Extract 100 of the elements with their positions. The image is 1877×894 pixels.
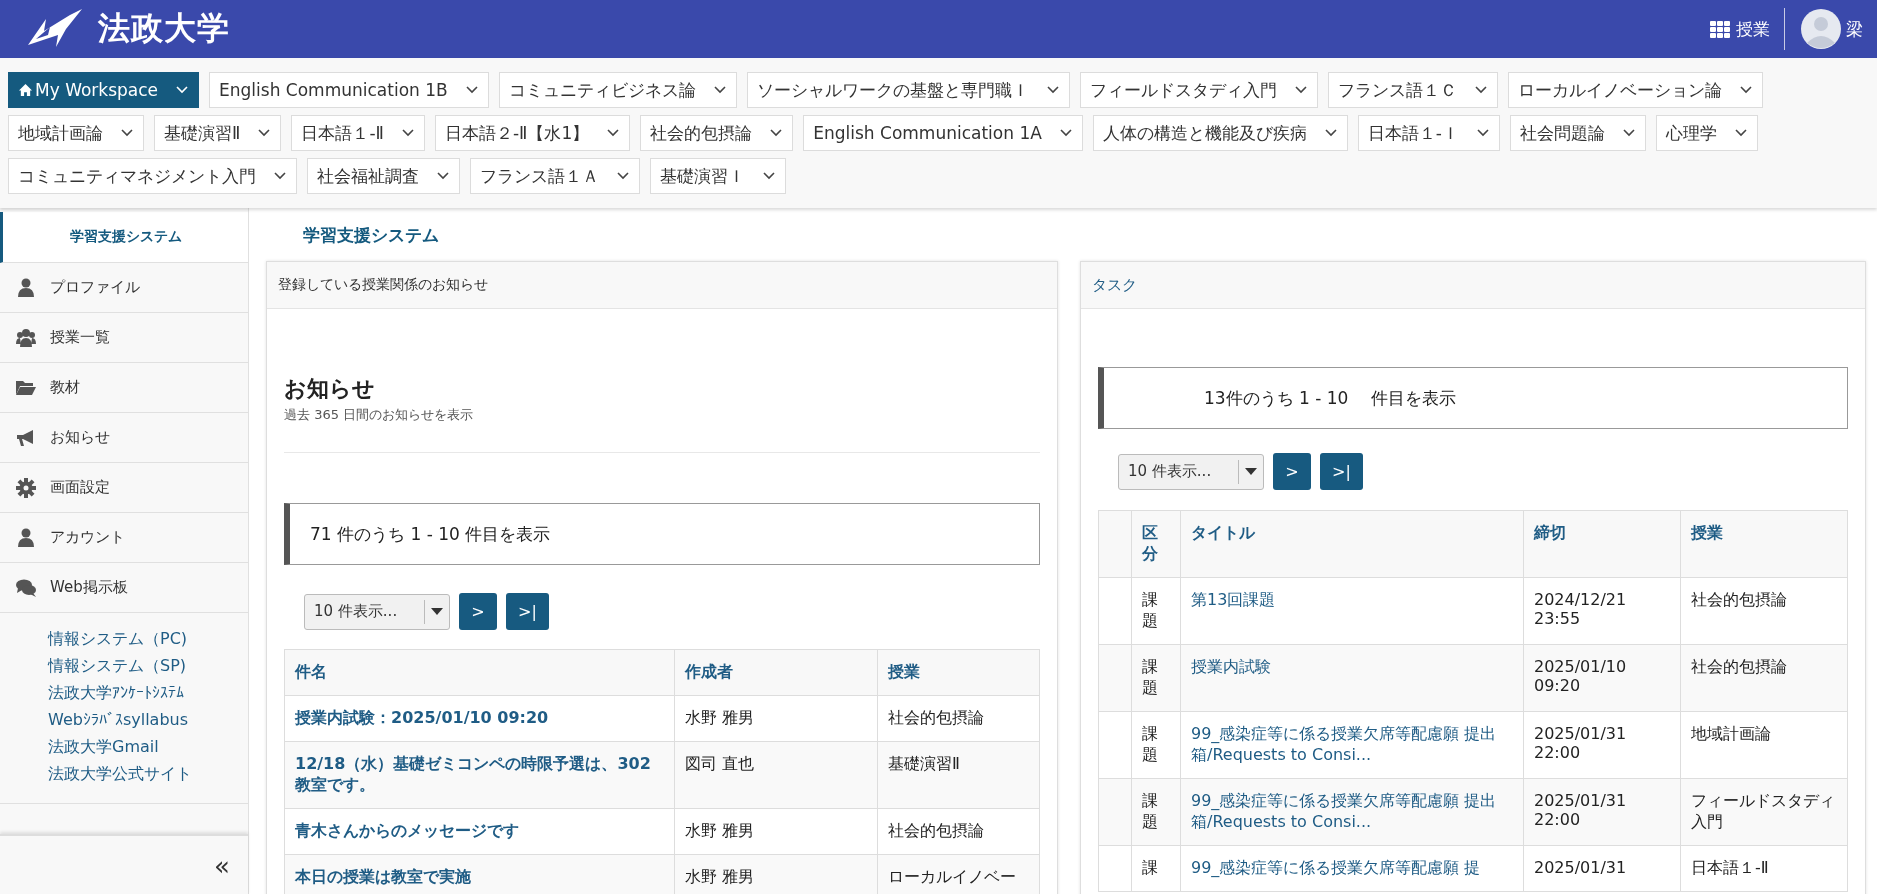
table-cell: 図司 直也 [674, 741, 878, 809]
user-menu[interactable]: 梁 [1785, 9, 1863, 49]
task-link[interactable]: 99_感染症等に係る授業欠席等配慮願 提 [1191, 858, 1513, 879]
home-icon [18, 83, 33, 97]
avatar-icon [1801, 9, 1841, 49]
sort-link[interactable]: 区分 [1142, 523, 1170, 565]
site-tab[interactable]: English Communication 1B [209, 72, 489, 108]
caret-icon [1739, 86, 1752, 94]
task-link[interactable]: 第13回課題 [1191, 590, 1513, 611]
table-cell: 日本語１-Ⅱ [1680, 845, 1848, 892]
announcement-link[interactable]: 青木さんからのメッセージです [295, 821, 664, 842]
page-title: 学習支援システム [302, 224, 440, 247]
next-page-button[interactable]: > [459, 593, 497, 630]
caret-icon [1294, 86, 1307, 94]
sidebar-item[interactable]: アカウント [0, 513, 248, 563]
person-icon [16, 277, 36, 298]
external-link[interactable]: 法政大学ｱﾝｹｰﾄｼｽﾃﾑ [48, 679, 248, 706]
sort-link[interactable]: タイトル [1191, 523, 1513, 544]
dropdown-arrow-icon [431, 608, 443, 615]
site-tab[interactable]: 基礎演習Ｉ [650, 158, 786, 194]
caret-icon [1477, 129, 1489, 137]
caret-icon [258, 129, 271, 137]
announcement-link[interactable]: 12/18（水）基礎ゼミコンペの時限予選は、302教室です。 [295, 754, 664, 796]
table-cell: 2025/01/31 [1523, 845, 1681, 892]
table-cell: 2024/12/21 23:55 [1523, 577, 1681, 645]
caret-icon [607, 129, 620, 137]
table-cell: 水野 雅男 [674, 695, 878, 742]
sidebar-item[interactable]: プロファイル [0, 263, 248, 313]
sort-link[interactable]: 授業 [888, 662, 1029, 683]
page-size-select[interactable]: 10 件表示... [304, 593, 450, 630]
site-tab[interactable]: 日本語２-Ⅱ【水1】 [434, 115, 631, 151]
chat-icon [16, 577, 36, 598]
logo-text: 法政大学 [98, 8, 230, 49]
panel-title: 登録している授業関係のお知らせ [267, 262, 1057, 309]
caret-icon [274, 172, 286, 180]
next-page-button[interactable]: > [1273, 453, 1311, 490]
task-link[interactable]: 99_感染症等に係る授業欠席等配慮願 提出箱/Requests to Consi... [1191, 791, 1513, 833]
sidebar-item[interactable]: 画面設定 [0, 463, 248, 513]
external-link[interactable]: 法政大学Gmail [48, 733, 248, 760]
site-tab[interactable]: 日本語１-Ｉ [1357, 115, 1500, 151]
sort-link[interactable]: 作成者 [685, 662, 867, 683]
task-link[interactable]: 99_感染症等に係る授業欠席等配慮願 提出箱/Requests to Consi... [1191, 724, 1513, 766]
table-cell: 水野 雅男 [674, 854, 878, 894]
external-link[interactable]: 情報システム（PC) [48, 625, 248, 652]
site-tab[interactable]: English Communication 1A [803, 115, 1083, 151]
sort-link[interactable]: 件名 [295, 662, 664, 683]
table-cell: 基礎演習Ⅱ [877, 741, 1040, 809]
person-icon [16, 527, 36, 548]
announcement-link[interactable]: 本日の授業は教室で実施 [295, 867, 664, 888]
table-cell: 水野 雅男 [674, 808, 878, 855]
last-page-button[interactable]: >| [1320, 453, 1363, 490]
caret-icon [713, 86, 726, 94]
site-tab[interactable]: ソーシャルワークの基盤と専門職Ｉ [746, 72, 1070, 108]
external-link[interactable]: Webｼﾗﾊﾞｽsyllabus [48, 706, 248, 733]
task-link[interactable]: 授業内試験 [1191, 657, 1513, 678]
site-tab[interactable]: My Workspace [8, 72, 200, 108]
collapse-sidebar-button[interactable]: « [214, 851, 230, 881]
site-tab[interactable]: 社会的包摂論 [640, 115, 794, 151]
sort-link[interactable]: 授業 [1691, 523, 1837, 544]
table-cell: 社会的包摂論 [1680, 577, 1848, 645]
sidebar-item[interactable]: Web掲示板 [0, 563, 248, 613]
site-tab[interactable]: 社会問題論 [1510, 115, 1646, 151]
site-tab[interactable]: 地域計画論 [8, 115, 144, 151]
site-tab[interactable]: コミュニティビジネス論 [498, 72, 737, 108]
courses-menu-link[interactable]: 授業 [1710, 17, 1784, 41]
sidebar-item[interactable]: 授業一覧 [0, 313, 248, 363]
dropdown-arrow-icon [1245, 468, 1257, 475]
site-tab[interactable]: フランス語１Ａ [470, 158, 640, 194]
site-tab[interactable]: フランス語１Ｃ [1327, 72, 1498, 108]
sidebar-item[interactable]: お知らせ [0, 413, 248, 463]
site-tab[interactable]: 基礎演習Ⅱ [154, 115, 282, 151]
table-cell: フィールドスタディ入門 [1680, 778, 1848, 846]
table-cell: 社会的包摂論 [877, 808, 1040, 855]
external-link[interactable]: 法政大学公式サイト [48, 760, 248, 787]
site-tab[interactable]: 日本語１-Ⅱ [291, 115, 425, 151]
sidebar-item[interactable]: 教材 [0, 363, 248, 413]
panel-title-link[interactable]: タスク [1092, 275, 1137, 295]
caret-icon [617, 172, 629, 180]
table-cell: 課題 [1131, 644, 1181, 712]
caret-icon [1324, 129, 1337, 137]
last-page-button[interactable]: >| [506, 593, 549, 630]
announcement-link[interactable]: 授業内試験：2025/01/10 09:20 [295, 708, 664, 729]
site-tab[interactable]: ローカルイノベーション論 [1507, 72, 1763, 108]
external-link[interactable]: 情報システム（SP) [48, 652, 248, 679]
table-cell: 課 [1131, 845, 1181, 892]
caret-icon [176, 86, 189, 94]
page-size-select[interactable]: 10 件表示... [1118, 453, 1264, 490]
site-tab[interactable]: 社会福祉調査 [307, 158, 460, 194]
site-tab[interactable]: 人体の構造と機能及び疾病 [1092, 115, 1348, 151]
site-tab[interactable]: フィールドスタディ入門 [1079, 72, 1318, 108]
table-cell: 課題 [1131, 711, 1181, 779]
site-tab[interactable]: 心理学 [1656, 115, 1758, 151]
site-tab[interactable]: コミュニティマネジメント入門 [8, 158, 297, 194]
caret-icon [465, 86, 478, 94]
table-cell: 課題 [1131, 577, 1181, 645]
caret-icon [1474, 86, 1487, 94]
caret-icon [1623, 129, 1635, 137]
sort-link[interactable]: 締切 [1534, 523, 1670, 544]
caret-icon [1735, 129, 1747, 137]
sidebar-title[interactable]: 学習支援システム [0, 212, 248, 263]
